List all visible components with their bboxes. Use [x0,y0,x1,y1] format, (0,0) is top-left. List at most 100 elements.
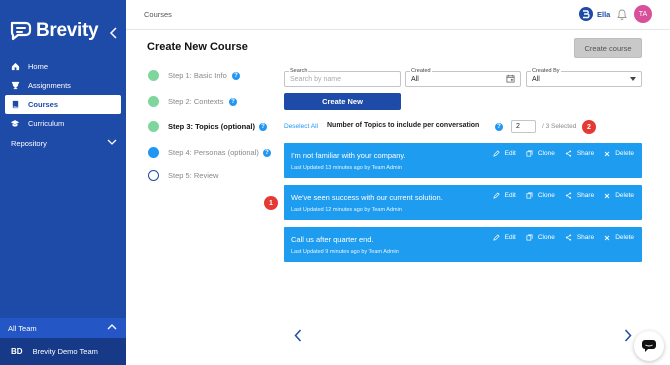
topic-card[interactable]: I'm not familiar with your company. Last… [284,143,642,178]
selected-count: / 3 Selected [542,123,577,130]
clone-button[interactable]: Clone [526,192,555,199]
topic-title: We've seen success with our current solu… [291,193,443,202]
step-complete-indicator [148,96,159,107]
delete-label: Delete [615,192,634,199]
share-button[interactable]: Share [565,150,594,157]
topic-title: Call us after quarter end. [291,235,374,244]
share-button[interactable]: Share [565,192,594,199]
share-icon [565,192,571,199]
sidebar-item-curriculum[interactable]: Curriculum [5,114,121,133]
sidebar-item-courses[interactable]: Courses [5,95,121,114]
step-personas[interactable]: Step 4: Personas (optional) [148,147,259,158]
previous-page-icon[interactable] [294,329,302,342]
search-label: Search [289,68,309,74]
page-title: Create New Course [147,41,248,53]
pencil-icon [493,150,500,157]
step-complete-indicator [148,70,159,81]
edit-label: Edit [504,192,516,199]
delete-label: Delete [615,150,634,157]
help-icon[interactable]: ? [232,72,240,80]
clone-label: Clone [537,192,555,199]
step-current-indicator [148,121,159,132]
trophy-icon [10,81,20,91]
clone-button[interactable]: Clone [526,234,555,241]
team-initials: BD [11,347,23,356]
topic-card[interactable]: We've seen success with our current solu… [284,185,642,220]
pencil-icon [493,234,500,241]
delete-label: Delete [615,234,634,241]
num-topics-input[interactable]: 2 [511,120,536,133]
help-icon[interactable]: ? [263,149,271,157]
step-basic-info[interactable]: Step 1: Basic Info [148,70,227,81]
search-field[interactable]: Search Search by name [284,68,401,87]
next-page-icon[interactable] [624,329,632,342]
sidebar-nav: Home Assignments Courses Curriculum [0,57,126,133]
share-button[interactable]: Share [565,234,594,241]
step-label: Step 1: Basic Info [168,71,227,80]
logo-text: Brevity [36,20,99,41]
step-label: Step 5: Review [168,171,219,180]
step-upcoming-indicator [148,147,159,158]
help-icon[interactable]: ? [229,98,237,106]
team-label: All Team [8,323,37,333]
bell-icon[interactable] [617,9,627,20]
collapse-sidebar-icon[interactable] [109,27,119,39]
sidebar-item-home[interactable]: Home [5,57,121,76]
created-by-field[interactable]: Created By All [526,68,642,87]
edit-button[interactable]: Edit [493,192,516,199]
avatar[interactable]: TA [634,5,652,23]
step-topics[interactable]: Step 3: Topics (optional) [148,121,255,132]
app-root: Brevity Home Assignments Courses Curricu… [0,0,670,365]
home-icon [10,62,20,72]
step-empty-indicator [148,170,159,181]
step-contexts[interactable]: Step 2: Contexts [148,96,223,107]
team-selector[interactable]: All Team [0,318,126,338]
top-bar: Courses Ella TA [126,0,670,30]
edit-button[interactable]: Edit [493,150,516,157]
chevron-up-icon [107,324,117,330]
calendar-icon[interactable] [506,74,515,83]
share-icon [565,234,571,241]
brand-logo[interactable]: Brevity [9,20,99,42]
edit-button[interactable]: Edit [493,234,516,241]
card-actions: Edit Clone Share Delete [483,234,634,241]
team-name: Brevity Demo Team [32,347,98,356]
created-field[interactable]: Created All [405,68,521,87]
create-new-button[interactable]: Create New [284,93,401,110]
annotation-badge-2: 2 [582,120,596,134]
num-topics-label: Number of Topics to include per conversa… [327,122,480,129]
sidebar-item-assignments[interactable]: Assignments [5,76,121,95]
delete-button[interactable]: Delete [604,150,634,157]
chevron-down-icon [107,139,117,145]
clone-label: Clone [537,234,555,241]
sidebar-item-label: Courses [28,100,59,109]
breadcrumb[interactable]: Courses [144,10,172,19]
close-icon [604,151,610,156]
user-name: Ella [597,9,611,19]
share-icon [565,150,571,157]
topic-meta: Last Updated 13 minutes ago by Team Admi… [291,165,402,171]
user-menu[interactable]: Ella [579,7,610,21]
annotation-badge-1: 1 [264,196,278,210]
delete-button[interactable]: Delete [604,234,634,241]
dropdown-caret-icon [630,77,636,81]
graduation-cap-icon [10,119,20,129]
topic-meta: Last Updated 12 minutes ago by Team Admi… [291,207,402,213]
topic-meta: Last Updated 9 minutes ago by Team Admin [291,249,399,255]
delete-button[interactable]: Delete [604,192,634,199]
pencil-icon [493,192,500,199]
current-team[interactable]: BD Brevity Demo Team [0,338,126,365]
copy-icon [526,192,533,199]
sidebar-repository[interactable]: Repository [0,136,126,151]
deselect-all-link[interactable]: Deselect All [284,123,318,130]
step-review[interactable]: Step 5: Review [148,170,218,181]
topic-card[interactable]: Call us after quarter end. Last Updated … [284,227,642,262]
repository-label: Repository [11,139,47,148]
topic-title: I'm not familiar with your company. [291,151,406,160]
chat-widget-button[interactable] [634,331,664,361]
clone-button[interactable]: Clone [526,150,555,157]
help-icon[interactable]: ? [259,123,267,131]
step-label: Step 3: Topics (optional) [168,122,255,131]
create-course-button[interactable]: Create course [574,38,642,58]
help-icon[interactable]: ? [495,123,503,131]
